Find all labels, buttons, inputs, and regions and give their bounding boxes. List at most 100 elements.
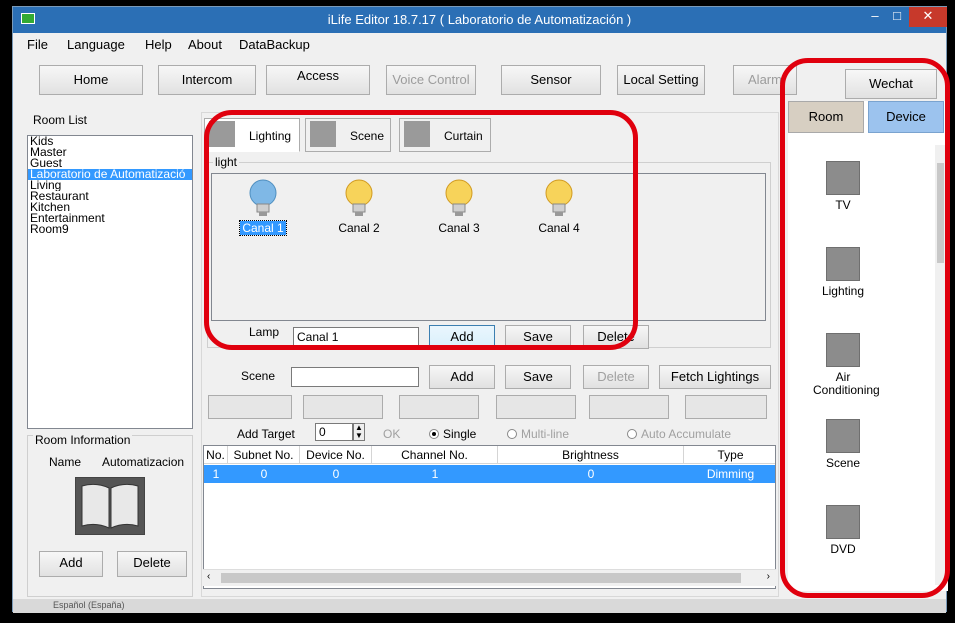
maximize-button[interactable]: □ <box>887 7 907 27</box>
column-header[interactable]: Channel No. <box>372 446 498 464</box>
voice-control-button[interactable]: Voice Control <box>386 65 476 95</box>
lamp-item[interactable]: Canal 3 <box>419 177 499 235</box>
device-item-scene[interactable]: Scene <box>808 419 878 470</box>
minimize-button[interactable]: – <box>865 7 885 27</box>
table-cell: Dimming <box>706 467 755 481</box>
lamp-save-button[interactable]: Save <box>505 325 571 349</box>
lamp-name-input[interactable]: Canal 1 <box>293 327 419 347</box>
wechat-button[interactable]: Wechat <box>845 69 937 99</box>
menu-about[interactable]: About <box>188 37 222 52</box>
lamp-label: Canal 2 <box>338 221 380 235</box>
title-bar: iLife Editor 18.7.17 ( Laboratorio de Au… <box>13 7 947 33</box>
home-button[interactable]: Home <box>39 65 143 95</box>
room-list-item[interactable]: Laboratorio de Automatizació <box>28 169 192 180</box>
table-cell: 1 <box>431 467 439 481</box>
room-list-item[interactable]: Kids <box>28 136 192 147</box>
table-cell: 0 <box>260 467 268 481</box>
scene-slot-button[interactable] <box>496 395 576 419</box>
room-list[interactable]: Kids Master Guest Laboratorio de Automatiza… <box>27 135 193 429</box>
lamp-add-button[interactable]: Add <box>429 325 495 349</box>
tv-icon <box>826 161 860 195</box>
room-list-title: Room List <box>33 113 88 127</box>
column-header[interactable]: Device No. <box>300 446 372 464</box>
menu-language[interactable]: Language <box>67 37 125 52</box>
scene-slot-button[interactable] <box>399 395 479 419</box>
add-target-input[interactable]: 0 <box>315 423 353 441</box>
device-item-dvd[interactable]: DVD <box>808 505 878 556</box>
add-target-label: Add Target <box>237 427 295 441</box>
lamp-label-text: Lamp <box>249 325 280 339</box>
scene-slot-button[interactable] <box>208 395 292 419</box>
column-header[interactable]: Type <box>684 446 775 464</box>
device-item-tv[interactable]: TV <box>808 161 878 212</box>
radio-multi-line[interactable]: Multi-line <box>507 427 569 441</box>
lamp-delete-button[interactable]: Delete <box>583 325 649 349</box>
scrollbar-thumb[interactable] <box>937 163 944 263</box>
language-status: Español (España) <box>53 600 125 610</box>
room-list-item[interactable]: Room9 <box>28 224 192 235</box>
lamp-item[interactable]: Canal 1 <box>223 177 303 236</box>
tab-curtain[interactable]: Curtain <box>399 118 491 152</box>
scene-slot-button[interactable] <box>685 395 767 419</box>
scene-icon <box>310 121 336 147</box>
scene-add-button[interactable]: Add <box>429 365 495 389</box>
room-list-item[interactable]: Entertainment <box>28 213 192 224</box>
sensor-button[interactable]: Sensor <box>501 65 601 95</box>
room-list-item[interactable]: Living <box>28 180 192 191</box>
intercom-button[interactable]: Intercom <box>158 65 256 95</box>
scrollbar-thumb[interactable] <box>221 573 741 583</box>
close-button[interactable]: ✕ <box>909 7 947 27</box>
device-scrollbar[interactable] <box>935 145 946 585</box>
device-panel: Room Device TV Lighting Air Conditioning… <box>788 101 948 591</box>
room-delete-button[interactable]: Delete <box>117 551 187 577</box>
access-button[interactable]: Access <box>266 65 370 95</box>
column-header[interactable]: No. <box>204 446 228 464</box>
room-name-label: Name <box>49 455 82 469</box>
scroll-left-icon[interactable]: ‹ <box>207 571 210 582</box>
scene-save-button[interactable]: Save <box>505 365 571 389</box>
light-group-label: light <box>213 155 240 169</box>
scene-delete-button[interactable]: Delete <box>583 365 649 389</box>
alarm-button[interactable]: Alarm <box>733 65 797 95</box>
scene-slot-button[interactable] <box>303 395 383 419</box>
radio-single[interactable]: Single <box>429 427 476 441</box>
lamp-item[interactable]: Canal 2 <box>319 177 399 235</box>
fetch-lightings-button[interactable]: Fetch Lightings <box>659 365 771 389</box>
book-icon[interactable] <box>75 477 145 535</box>
lightbulb-on-icon <box>445 179 473 216</box>
tab-lighting[interactable]: Lighting <box>204 118 300 152</box>
device-tab[interactable]: Device <box>868 101 944 133</box>
table-horizontal-scrollbar[interactable]: ‹ › <box>203 569 776 586</box>
scene-icon <box>826 419 860 453</box>
room-tab[interactable]: Room <box>788 101 864 133</box>
room-list-item[interactable]: Guest <box>28 158 192 169</box>
channel-table[interactable]: No. Subnet No. Device No. Channel No. Br… <box>203 445 776 589</box>
lamp-label: Canal 1 <box>239 220 287 236</box>
scene-name-input[interactable] <box>291 367 419 387</box>
menu-help[interactable]: Help <box>145 37 172 52</box>
column-header[interactable]: Brightness <box>498 446 684 464</box>
room-info-title: Room Information <box>33 433 133 447</box>
scroll-right-icon[interactable]: › <box>767 571 770 582</box>
device-item-air-conditioning[interactable]: Air Conditioning <box>808 333 880 397</box>
target-ok-button[interactable]: OK <box>383 427 400 441</box>
tab-scene[interactable]: Scene <box>305 118 391 152</box>
room-add-button[interactable]: Add <box>39 551 103 577</box>
device-item-lighting[interactable]: Lighting <box>808 247 878 298</box>
menu-databackup[interactable]: DataBackup <box>239 37 310 52</box>
room-list-item[interactable]: Master <box>28 147 192 158</box>
lamp-label: Canal 4 <box>538 221 580 235</box>
add-target-spinner[interactable]: ▲ ▼ <box>353 423 365 441</box>
scene-slot-button[interactable] <box>589 395 669 419</box>
column-header[interactable]: Subnet No. <box>228 446 300 464</box>
table-cell: 0 <box>332 467 340 481</box>
local-setting-button[interactable]: Local Setting <box>617 65 705 95</box>
scene-label: Scene <box>241 369 276 383</box>
lamp-item[interactable]: Canal 4 <box>519 177 599 235</box>
table-cell: 1 <box>212 467 220 481</box>
table-row[interactable]: 1 0 0 1 0 Dimming <box>204 465 775 483</box>
menu-file[interactable]: File <box>27 37 48 52</box>
room-list-item[interactable]: Restaurant <box>28 191 192 202</box>
radio-auto-accumulate[interactable]: Auto Accumulate <box>627 427 731 441</box>
room-list-item[interactable]: Kitchen <box>28 202 192 213</box>
